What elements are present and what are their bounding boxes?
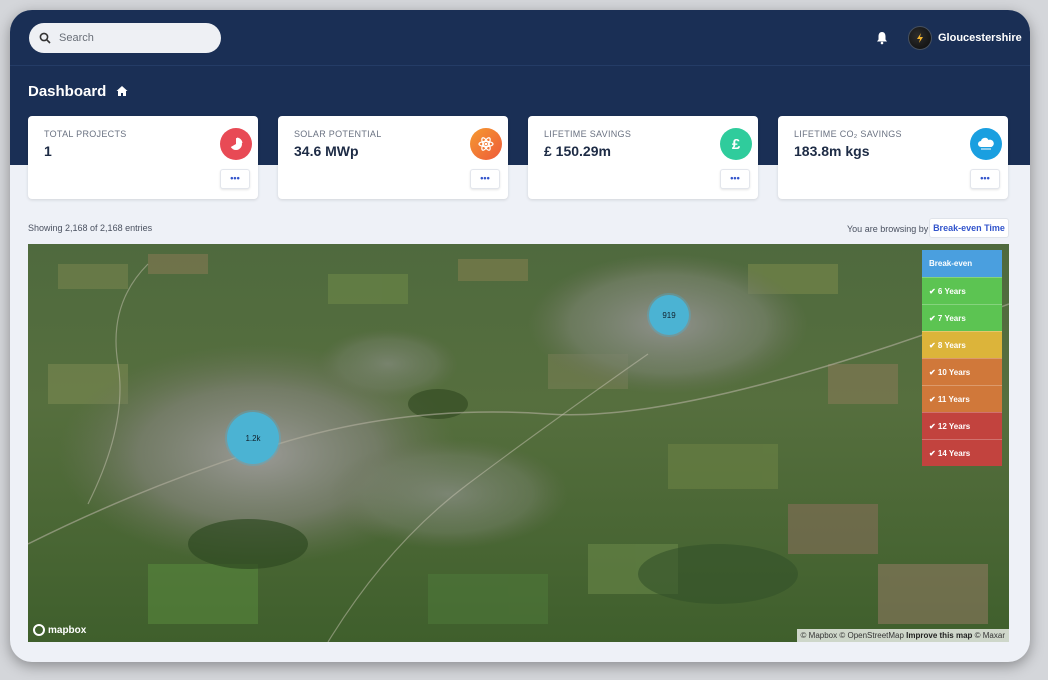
card-label: LIFETIME SAVINGS — [544, 129, 632, 139]
card-solar-potential: SOLAR POTENTIAL 34.6 MWp ••• — [278, 116, 508, 199]
legend-item-7-years[interactable]: ✔ 7 Years — [922, 304, 1002, 331]
mapbox-icon — [33, 624, 45, 636]
map-legend: Break-even ✔ 6 Years ✔ 7 Years ✔ 8 Years… — [922, 250, 1002, 466]
app-window: Gloucestershire Dashboard TOTAL PROJECTS… — [10, 10, 1030, 662]
avatar[interactable] — [908, 26, 932, 50]
entries-count: Showing 2,168 of 2,168 entries — [28, 223, 153, 233]
map-cluster-marker[interactable]: 1.2k — [227, 412, 279, 464]
legend-item-14-years[interactable]: ✔ 14 Years — [922, 439, 1002, 466]
card-label: LIFETIME CO₂ SAVINGS — [794, 129, 902, 139]
cloud-icon — [970, 128, 1002, 160]
card-more-button[interactable]: ••• — [970, 169, 1000, 189]
map-attribution: © Mapbox © OpenStreetMap Improve this ma… — [796, 629, 1009, 642]
card-label: TOTAL PROJECTS — [44, 129, 127, 139]
card-label: SOLAR POTENTIAL — [294, 129, 382, 139]
search-input[interactable] — [59, 32, 199, 44]
top-bar: Gloucestershire — [10, 10, 1030, 66]
home-icon[interactable] — [116, 85, 128, 97]
page-title: Dashboard — [28, 83, 107, 100]
card-total-projects: TOTAL PROJECTS 1 ••• — [28, 116, 258, 199]
legend-item-6-years[interactable]: ✔ 6 Years — [922, 277, 1002, 304]
browse-by-button[interactable]: Break-even Time — [929, 218, 1009, 238]
mapbox-logo-text: mapbox — [48, 624, 87, 636]
search-icon — [39, 32, 51, 44]
user-name[interactable]: Gloucestershire — [938, 32, 1022, 44]
card-value: 34.6 MWp — [294, 143, 359, 159]
legend-item-10-years[interactable]: ✔ 10 Years — [922, 358, 1002, 385]
search-box[interactable] — [29, 23, 221, 53]
card-more-button[interactable]: ••• — [470, 169, 500, 189]
card-value: 1 — [44, 143, 52, 159]
pound-icon: £ — [720, 128, 752, 160]
attribution-text-maxar: © Maxar — [972, 631, 1005, 640]
satellite-terrain — [28, 244, 1009, 642]
bell-icon[interactable] — [876, 31, 888, 45]
legend-item-12-years[interactable]: ✔ 12 Years — [922, 412, 1002, 439]
map[interactable]: 1.2k 919 Break-even ✔ 6 Years ✔ 7 Years … — [28, 244, 1009, 642]
card-value: 183.8m kgs — [794, 143, 870, 159]
card-value: £ 150.29m — [544, 143, 611, 159]
lightning-icon — [917, 33, 923, 43]
browsing-label: You are browsing by — [847, 224, 929, 234]
atom-icon — [470, 128, 502, 160]
improve-map-link[interactable]: Improve this map — [906, 631, 972, 640]
pie-chart-icon — [220, 128, 252, 160]
mapbox-logo[interactable]: mapbox — [33, 624, 86, 636]
card-more-button[interactable]: ••• — [220, 169, 250, 189]
legend-item-11-years[interactable]: ✔ 11 Years — [922, 385, 1002, 412]
legend-item-8-years[interactable]: ✔ 8 Years — [922, 331, 1002, 358]
card-more-button[interactable]: ••• — [720, 169, 750, 189]
attribution-text: © Mapbox © OpenStreetMap — [800, 631, 907, 640]
card-lifetime-co2-savings: LIFETIME CO₂ SAVINGS 183.8m kgs ••• — [778, 116, 1008, 199]
card-lifetime-savings: LIFETIME SAVINGS £ 150.29m £ ••• — [528, 116, 758, 199]
map-cluster-marker[interactable]: 919 — [649, 295, 689, 335]
legend-header: Break-even — [922, 250, 1002, 277]
